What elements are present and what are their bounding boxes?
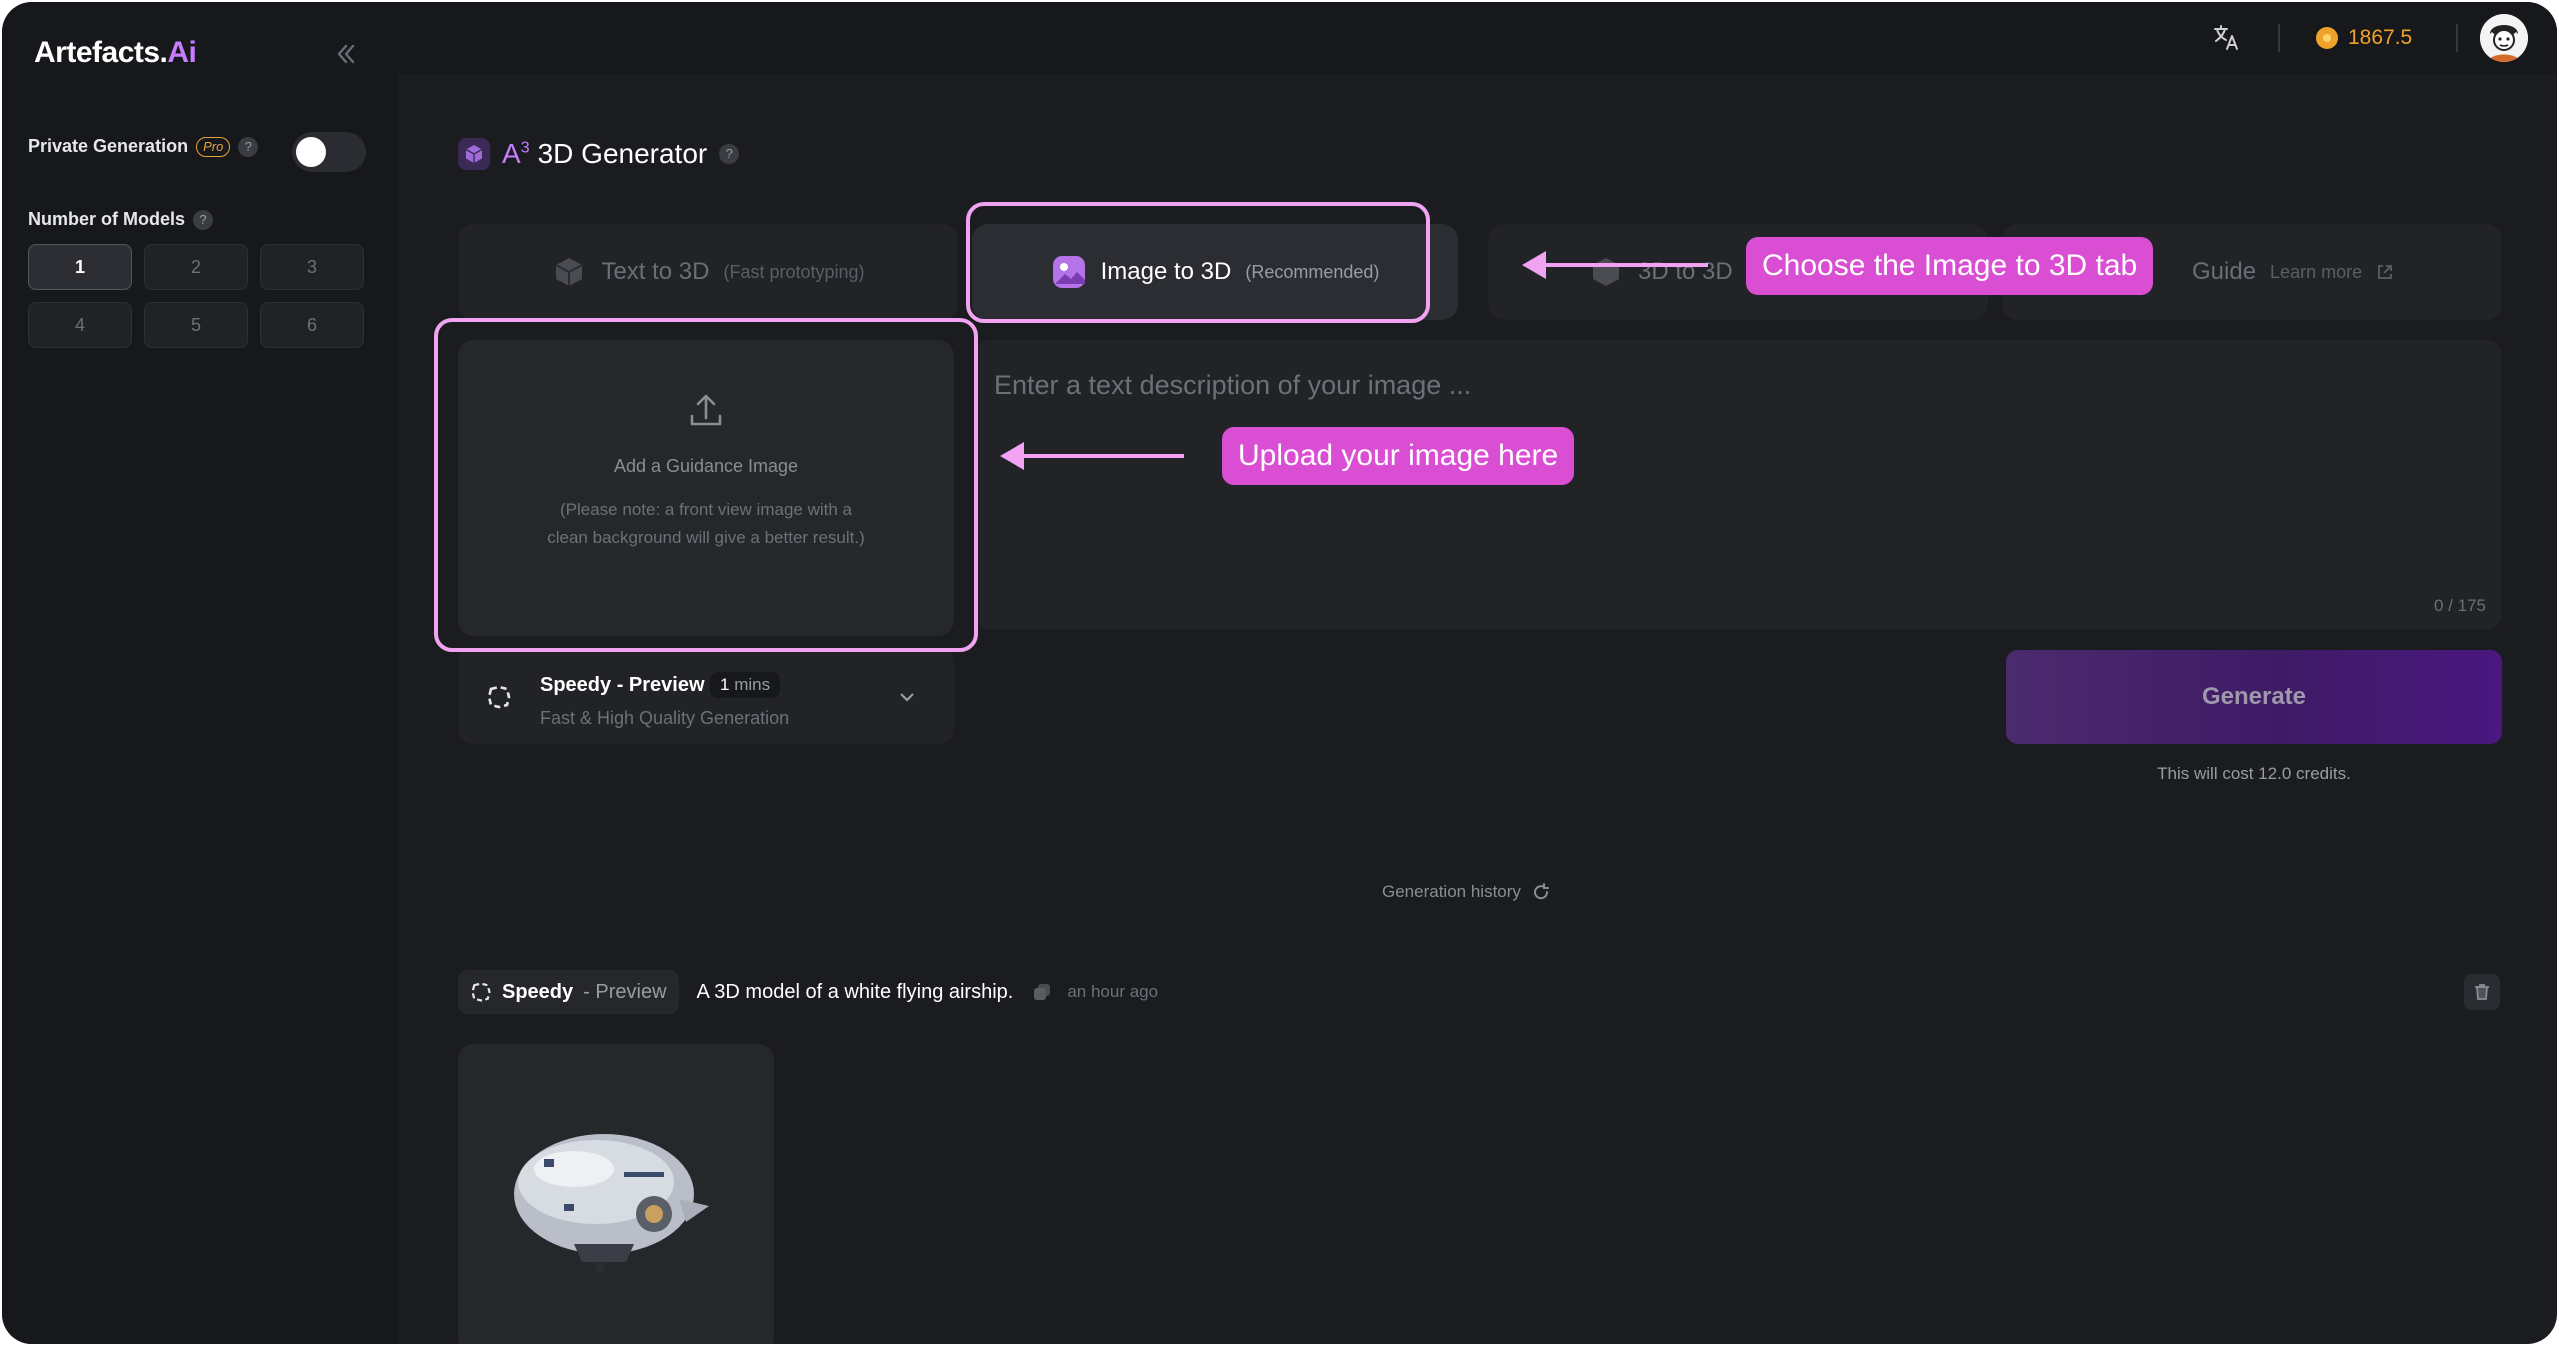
tab-label: Text to 3D: [601, 258, 710, 285]
delete-history-button[interactable]: [2464, 974, 2500, 1010]
private-generation-label: Private Generation: [28, 136, 189, 156]
history-prompt: A 3D model of a white flying airship.: [696, 980, 1014, 1003]
pro-badge: Pro: [196, 136, 231, 157]
number-of-models-label: Number of Models: [28, 209, 186, 229]
logo-text: Artefacts.: [34, 36, 168, 69]
model-count-option[interactable]: 3: [260, 244, 364, 290]
private-generation-toggle[interactable]: [292, 132, 366, 172]
chevron-down-icon: [900, 693, 914, 702]
character-counter: 0 / 175: [2434, 596, 2486, 615]
toggle-knob: [296, 137, 326, 167]
speedy-model-icon: [471, 982, 491, 1002]
upload-callout: Upload your image here: [1222, 427, 1575, 485]
model-count-option[interactable]: 6: [260, 302, 364, 348]
generated-model-thumbnail[interactable]: [458, 1044, 774, 1344]
history-model-chip: Speedy - Preview: [458, 970, 679, 1014]
upload-highlight-frame: [434, 318, 978, 652]
tab-callout: Choose the Image to 3D tab: [1746, 237, 2154, 295]
prompt-textarea[interactable]: Enter a text description of your image .…: [974, 340, 2502, 630]
tab-text-to-3d[interactable]: Text to 3D (Fast prototyping): [458, 224, 958, 320]
divider: [2278, 24, 2280, 52]
cube-icon: [458, 138, 490, 170]
model-description: Fast & High Quality Generation: [540, 708, 790, 728]
tab-label: Guide: [2192, 258, 2257, 285]
divider: [2456, 24, 2458, 52]
generation-history-header: Generation history: [1382, 882, 1551, 902]
collapse-sidebar-icon[interactable]: [332, 40, 360, 68]
airship-preview-image: [514, 1134, 709, 1272]
generate-button[interactable]: Generate: [2006, 650, 2502, 744]
trash-icon: [2475, 984, 2489, 1000]
cube-icon: [555, 258, 583, 286]
model-time-badge: 1 mins: [710, 672, 781, 698]
coin-icon: [2316, 27, 2338, 49]
generator-tabs: Text to 3D (Fast prototyping) Image to 3…: [458, 224, 2502, 320]
help-icon[interactable]: ?: [719, 144, 740, 164]
learn-more-link[interactable]: Learn more: [2270, 262, 2362, 283]
upload-arrow: [1000, 442, 1184, 470]
credits-display[interactable]: 1867.5: [2316, 26, 2412, 50]
model-count-option[interactable]: 5: [144, 302, 248, 348]
logo[interactable]: Artefacts.Ai: [34, 36, 197, 70]
sidebar: Artefacts.Ai Private Generation Pro ? Nu…: [2, 2, 398, 1344]
page-title: 3D Generator: [537, 138, 708, 169]
copy-icon[interactable]: [1031, 981, 1053, 1003]
model-count-option[interactable]: 2: [144, 244, 248, 290]
external-link-icon: [2378, 265, 2393, 279]
avatar[interactable]: [2480, 14, 2528, 62]
title-brand: A3: [502, 138, 530, 169]
history-time: an hour ago: [1067, 982, 1159, 1001]
private-generation-row: Private Generation Pro ?: [28, 136, 259, 157]
tab-subtitle: (Fast prototyping): [723, 261, 865, 282]
translate-icon[interactable]: [2212, 22, 2242, 52]
history-item: Speedy - Preview A 3D model of a white f…: [458, 970, 1158, 1014]
page-title-row: A3 3D Generator ?: [458, 138, 740, 170]
model-count-grid: 1 2 3 4 5 6: [28, 244, 364, 348]
number-of-models-row: Number of Models ?: [28, 209, 214, 230]
tab-arrow: [1522, 251, 1708, 279]
model-count-option[interactable]: 4: [28, 302, 132, 348]
history-model-name: Speedy: [502, 980, 574, 1003]
generation-history-label: Generation history: [1382, 882, 1521, 901]
model-select[interactable]: Speedy - Preview 1 mins Fast & High Qual…: [458, 648, 954, 744]
cube-icon: [1593, 258, 1619, 286]
prompt-placeholder: Enter a text description of your image .…: [994, 370, 1472, 400]
help-icon[interactable]: ?: [193, 209, 214, 230]
model-name: Speedy - Preview: [540, 674, 705, 696]
tab-highlight-frame: [966, 202, 1430, 323]
help-icon[interactable]: ?: [238, 136, 259, 157]
cost-note: This will cost 12.0 credits.: [2157, 764, 2351, 783]
speedy-model-icon: [487, 685, 511, 709]
credits-value: 1867.5: [2348, 26, 2413, 49]
app-window: Artefacts.Ai Private Generation Pro ? Nu…: [2, 2, 2557, 1344]
refresh-icon[interactable]: [1531, 882, 1551, 902]
history-model-variant: - Preview: [583, 980, 667, 1003]
model-count-option[interactable]: 1: [28, 244, 132, 290]
logo-accent: Ai: [167, 36, 197, 69]
